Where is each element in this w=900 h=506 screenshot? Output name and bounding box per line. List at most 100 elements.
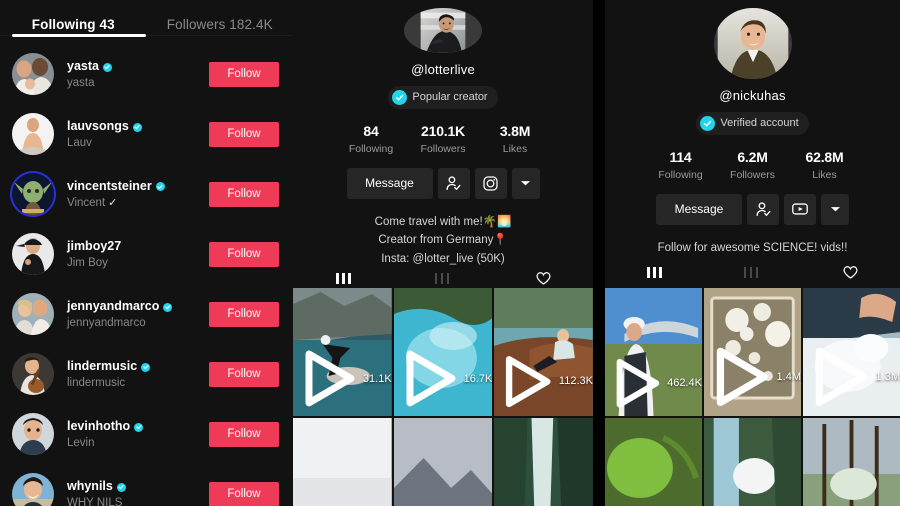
follow-button[interactable]: Follow — [209, 61, 279, 87]
chevron-down-icon[interactable] — [511, 167, 540, 199]
video-thumbnail[interactable] — [293, 418, 392, 506]
follow-button[interactable]: Follow — [209, 481, 279, 506]
stat-label: Followers — [420, 142, 466, 155]
status-badge[interactable]: Verified account — [696, 111, 809, 135]
play-count: 112.3K — [500, 352, 593, 411]
stat-value: 62.8M — [805, 148, 844, 165]
tab-divider — [703, 257, 801, 288]
video-grid-row2 — [293, 418, 593, 506]
stat-likes[interactable]: 62.8M Likes — [789, 149, 861, 181]
stat-following[interactable]: 114 Following — [645, 149, 717, 181]
verified-icon — [163, 302, 173, 312]
list-item[interactable]: lauvsongs Lauv Follow — [0, 104, 293, 164]
video-thumbnail[interactable]: 1.4M — [704, 288, 801, 416]
video-thumbnail[interactable] — [605, 418, 702, 506]
tab-videos-grid[interactable] — [605, 257, 703, 288]
list-item[interactable]: vincentsteiner Vincent ✓ Follow — [0, 164, 293, 224]
user-meta: vincentsteiner Vincent ✓ — [54, 179, 209, 210]
follow-button[interactable]: Follow — [209, 241, 279, 267]
display-name: Vincent ✓ — [67, 196, 209, 210]
play-count-value: 1.3M — [875, 371, 900, 384]
list-item[interactable]: levinhotho Levin Follow — [0, 404, 293, 464]
stat-followers[interactable]: 6.2M Followers — [717, 149, 789, 181]
follow-button[interactable]: Follow — [209, 301, 279, 327]
stat-value: 84 — [363, 122, 379, 139]
person-check-icon[interactable] — [747, 193, 779, 225]
following-list-panel: Following 43 Followers 182.4K yasta yasta… — [0, 0, 293, 506]
username-text: whynils — [67, 479, 113, 494]
video-grid: 462.4K 1.4M 1.3M — [605, 288, 900, 416]
play-count-value: 16.7K — [463, 372, 493, 385]
follow-button[interactable]: Follow — [209, 181, 279, 207]
verified-icon — [132, 122, 142, 132]
status-badge-label: Verified account — [720, 117, 799, 130]
video-thumbnail[interactable]: 112.3K — [494, 288, 593, 416]
video-thumbnail[interactable] — [494, 418, 593, 506]
verified-icon — [102, 62, 112, 72]
youtube-icon[interactable] — [784, 193, 816, 225]
person-check-icon[interactable] — [437, 167, 470, 199]
display-name-text: lindermusic — [67, 376, 126, 389]
verified-icon — [116, 482, 126, 492]
play-count-value: 31.1K — [362, 372, 392, 385]
user-meta: levinhotho Levin — [54, 419, 209, 449]
play-count-value: 462.4K — [667, 376, 702, 389]
tab-followers[interactable]: Followers 182.4K — [147, 7, 294, 32]
profile-tabs — [293, 269, 593, 288]
stat-label: Following — [658, 168, 703, 181]
video-thumbnail[interactable]: 1.3M — [803, 288, 900, 416]
profile-stats: 84 Following 210.1K Followers 3.8M Likes — [335, 123, 551, 155]
divider-icon — [744, 267, 760, 279]
play-icon — [815, 347, 867, 407]
profile-stats: 114 Following 6.2M Followers 62.8M Likes — [645, 149, 861, 181]
username-text: lindermusic — [67, 359, 138, 374]
play-icon — [506, 355, 551, 407]
display-name-text: jennyandmarco — [67, 316, 146, 329]
stat-value: 3.8M — [499, 122, 531, 139]
tab-following[interactable]: Following 43 — [0, 7, 147, 32]
follow-button[interactable]: Follow — [209, 421, 279, 447]
display-name-text: yasta — [67, 76, 95, 89]
play-icon — [406, 350, 456, 407]
follow-button[interactable]: Follow — [209, 361, 279, 387]
list-item[interactable]: jimboy27 Jim Boy Follow — [0, 224, 293, 284]
grid-icon — [335, 272, 351, 284]
tab-liked[interactable] — [493, 269, 593, 288]
status-badge[interactable]: Popular creator — [388, 85, 498, 109]
profile-handle: @lotterlive — [411, 61, 475, 77]
chevron-down-icon[interactable] — [821, 193, 849, 225]
instagram-icon[interactable] — [474, 167, 507, 199]
video-thumbnail[interactable] — [704, 418, 801, 506]
profile-bio: Come travel with me!🌴🌅 Creator from Germa… — [361, 213, 526, 269]
display-name: Levin — [67, 437, 209, 449]
tab-videos-grid[interactable] — [293, 269, 393, 288]
video-thumbnail[interactable] — [803, 418, 900, 506]
verified-icon — [155, 182, 165, 191]
profile-actions: Message — [656, 193, 849, 225]
heart-icon — [535, 271, 551, 285]
video-thumbnail[interactable] — [393, 418, 493, 506]
username: whynils — [67, 479, 209, 495]
video-thumbnail[interactable]: 462.4K — [605, 288, 702, 416]
message-button[interactable]: Message — [346, 167, 433, 199]
play-icon — [616, 358, 660, 408]
stat-likes[interactable]: 3.8M Likes — [479, 123, 551, 155]
list-tabs: Following 43 Followers 182.4K — [0, 0, 293, 38]
list-item[interactable]: jennyandmarco jennyandmarco Follow — [0, 284, 293, 344]
play-icon — [305, 350, 355, 407]
heart-icon — [843, 266, 858, 279]
follow-button[interactable]: Follow — [209, 121, 279, 147]
stat-followers[interactable]: 210.1K Followers — [407, 123, 479, 155]
profile-panel-nickuhas: @nickuhas Verified account 114 Following 6… — [605, 0, 900, 506]
list-item[interactable]: whynils WHY NILS Follow — [0, 464, 293, 506]
message-button[interactable]: Message — [656, 193, 742, 225]
bio-line: Insta: @lotter_live (50K) — [381, 252, 505, 265]
video-thumbnail[interactable]: 31.1K — [293, 288, 392, 416]
list-item[interactable]: yasta yasta Follow — [0, 44, 293, 104]
tab-liked[interactable] — [802, 257, 900, 288]
list-item[interactable]: lindermusic lindermusic Follow — [0, 344, 293, 404]
stat-label: Followers — [730, 168, 775, 181]
display-name: Lauv — [67, 137, 209, 149]
video-thumbnail[interactable]: 16.7K — [393, 288, 493, 416]
stat-following[interactable]: 84 Following — [335, 123, 407, 155]
